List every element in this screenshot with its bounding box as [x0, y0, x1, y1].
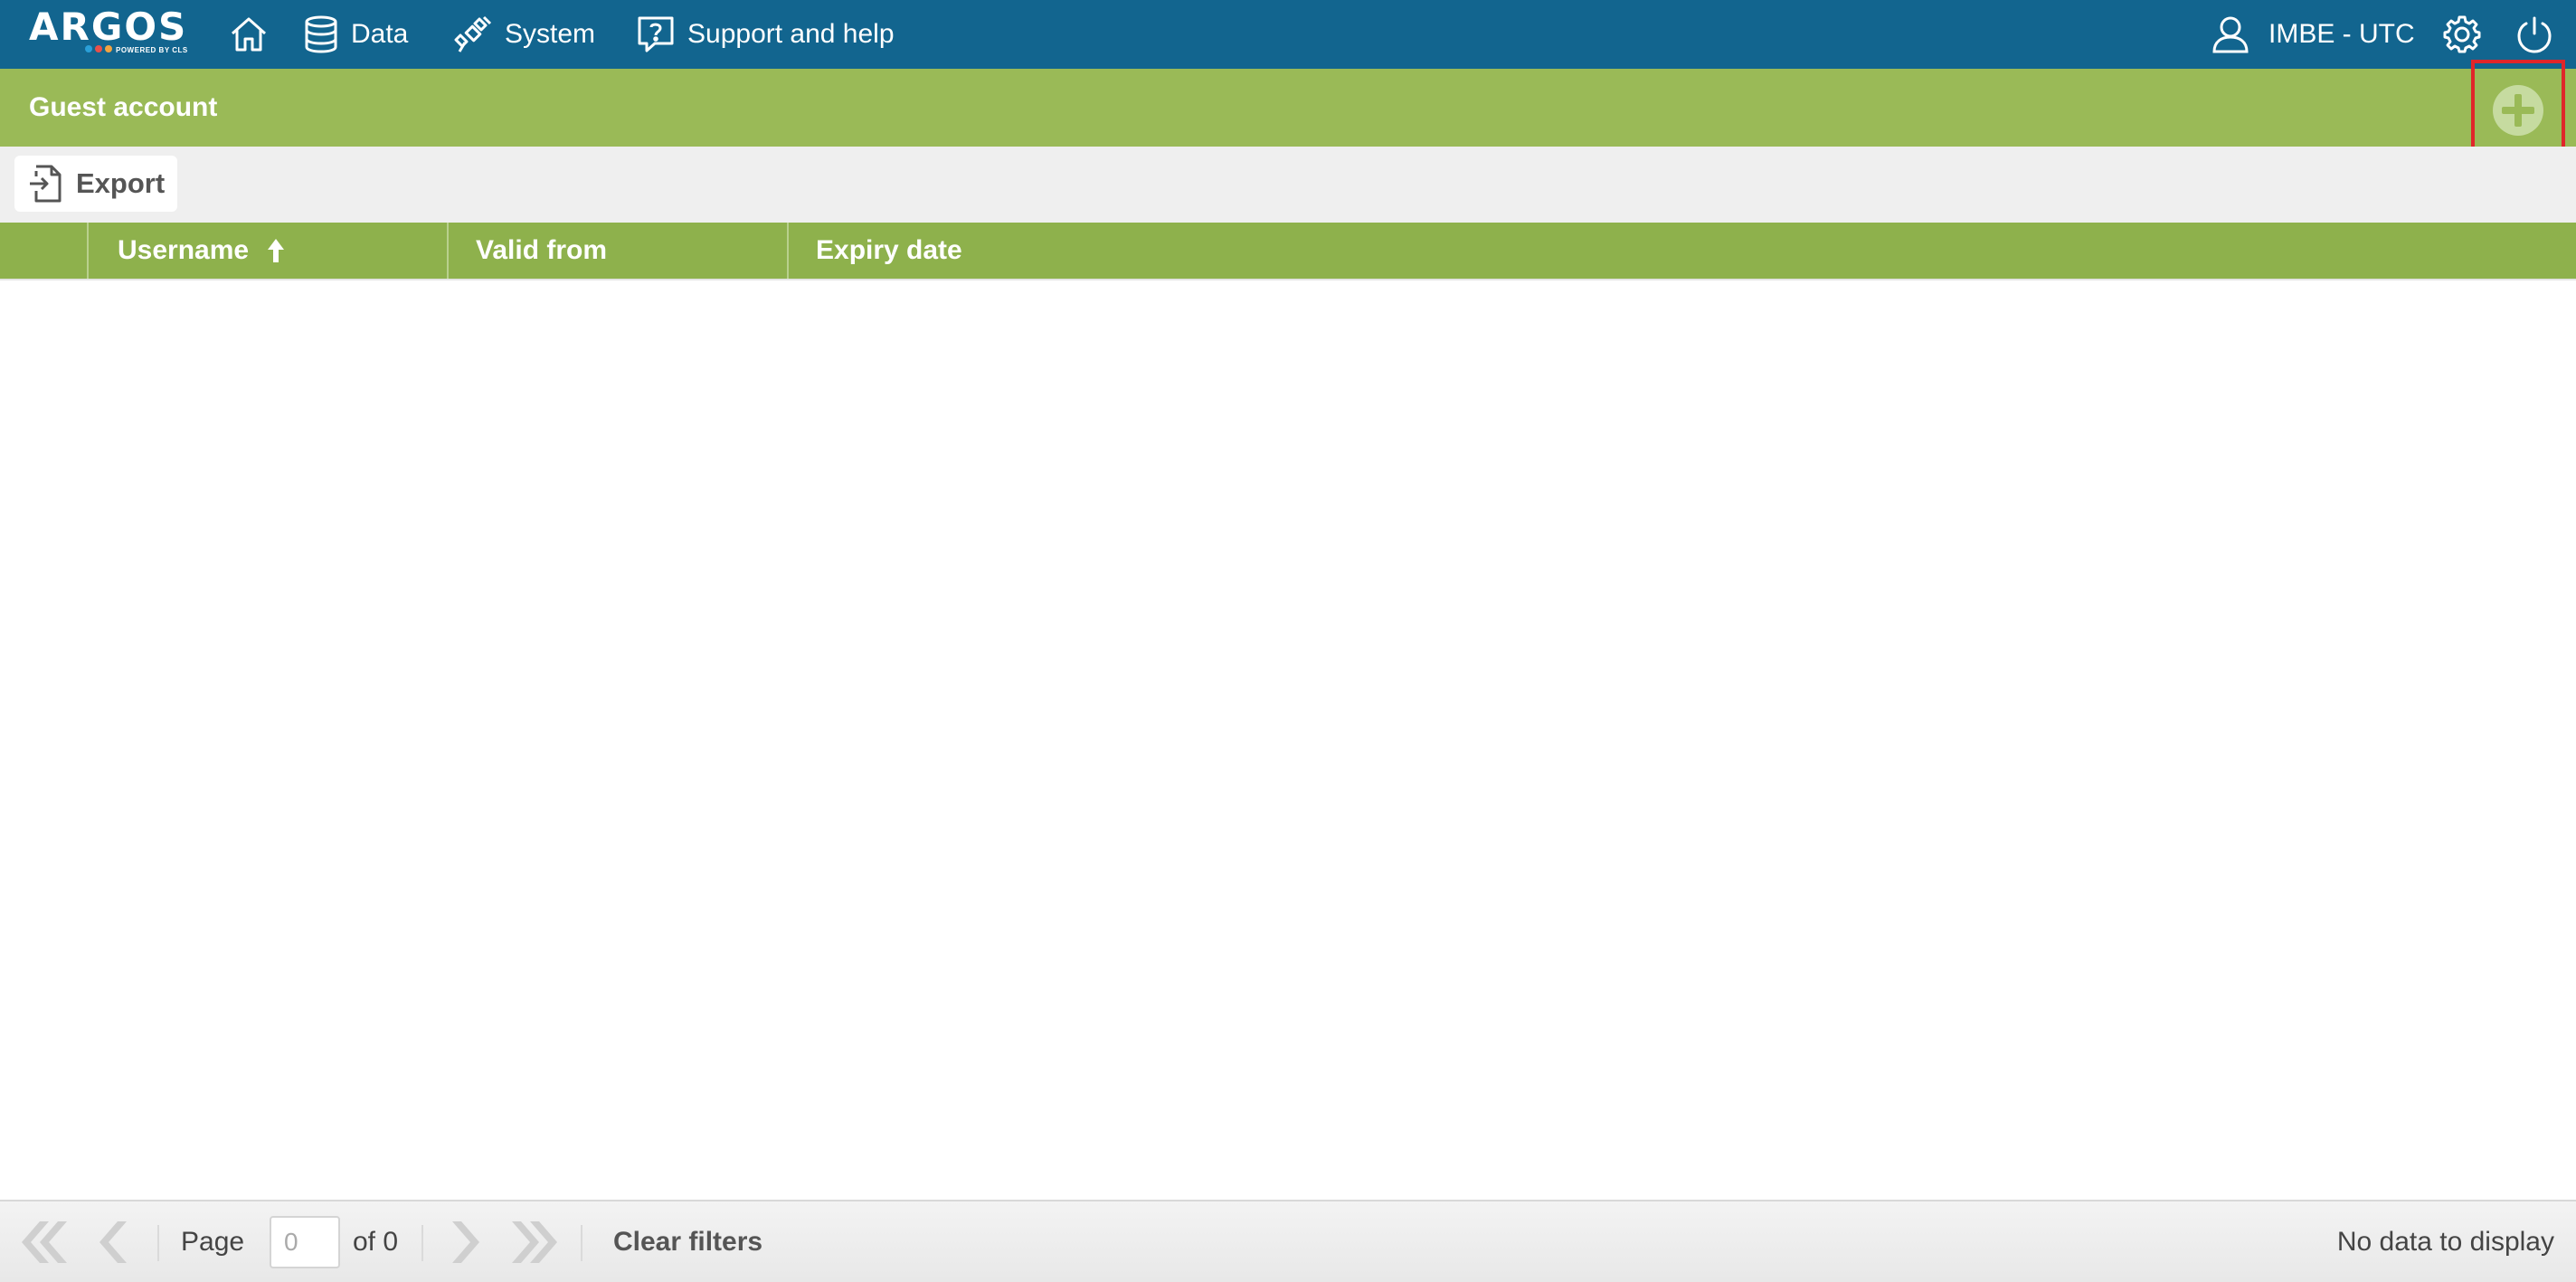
- top-navigation-bar: ARGOS POWERED BY CLS Data System Support…: [0, 0, 2576, 69]
- plus-circle-icon: [2493, 85, 2543, 136]
- user-label: IMBE - UTC: [2268, 19, 2415, 49]
- export-button[interactable]: Export: [14, 156, 177, 212]
- grid-toolbar: Export: [0, 147, 2576, 223]
- page-label: Page: [181, 1226, 245, 1257]
- power-icon: [2517, 16, 2552, 53]
- grid-body: [0, 280, 2576, 1200]
- satellite-icon: [454, 15, 492, 52]
- export-icon: [30, 165, 62, 203]
- page-title: Guest account: [29, 92, 218, 122]
- nav-data-label: Data: [351, 19, 409, 49]
- last-page-button[interactable]: [512, 1201, 561, 1282]
- gear-icon: [2443, 15, 2481, 53]
- nav-support[interactable]: Support and help: [637, 0, 895, 69]
- grid-header: Username Valid from Expiry date: [0, 223, 2576, 280]
- home-button[interactable]: [230, 0, 268, 69]
- export-label: Export: [76, 167, 166, 199]
- page-number-input[interactable]: [270, 1216, 340, 1268]
- argos-logo[interactable]: ARGOS POWERED BY CLS: [29, 5, 194, 58]
- user-icon: [2212, 16, 2249, 53]
- pager-status: No data to display: [2336, 1226, 2554, 1257]
- page-header: Guest account: [0, 69, 2576, 147]
- column-expiry-date-label: Expiry date: [816, 235, 962, 265]
- help-icon: [638, 16, 674, 52]
- settings-button[interactable]: [2442, 0, 2482, 69]
- logo-tagline: POWERED BY CLS: [116, 46, 188, 54]
- logo-text: ARGOS: [29, 5, 188, 49]
- pager-separator: [421, 1225, 423, 1261]
- column-header-valid-from[interactable]: Valid from: [447, 223, 789, 279]
- column-header-expiry-date[interactable]: Expiry date: [787, 223, 2576, 279]
- sort-ascending-icon: [268, 239, 285, 262]
- logo-dots: [85, 45, 112, 52]
- chevron-right-icon: [452, 1220, 479, 1263]
- first-page-button[interactable]: [18, 1201, 67, 1282]
- pagination-bar: Page of 0 Clear filters No data to displ…: [0, 1200, 2576, 1282]
- column-username-label: Username: [118, 235, 250, 265]
- user-menu[interactable]: IMBE - UTC: [2212, 0, 2415, 69]
- nav-system[interactable]: System: [454, 0, 595, 69]
- chevron-left-icon: [99, 1220, 127, 1263]
- double-chevron-right-icon: [512, 1220, 557, 1263]
- column-header-username[interactable]: Username: [87, 223, 447, 279]
- nav-support-label: Support and help: [687, 19, 895, 49]
- double-chevron-left-icon: [22, 1220, 67, 1263]
- next-page-button[interactable]: [449, 1201, 479, 1282]
- previous-page-button[interactable]: [99, 1201, 130, 1282]
- logout-button[interactable]: [2516, 0, 2552, 69]
- pager-separator: [157, 1225, 159, 1261]
- pager-separator: [581, 1225, 582, 1261]
- page-count-label: of 0: [353, 1226, 399, 1257]
- clear-filters-button[interactable]: Clear filters: [613, 1201, 762, 1282]
- home-icon: [232, 17, 266, 52]
- nav-system-label: System: [505, 19, 596, 49]
- database-icon: [305, 15, 337, 53]
- nav-data[interactable]: Data: [304, 0, 408, 69]
- column-valid-from-label: Valid from: [476, 235, 608, 265]
